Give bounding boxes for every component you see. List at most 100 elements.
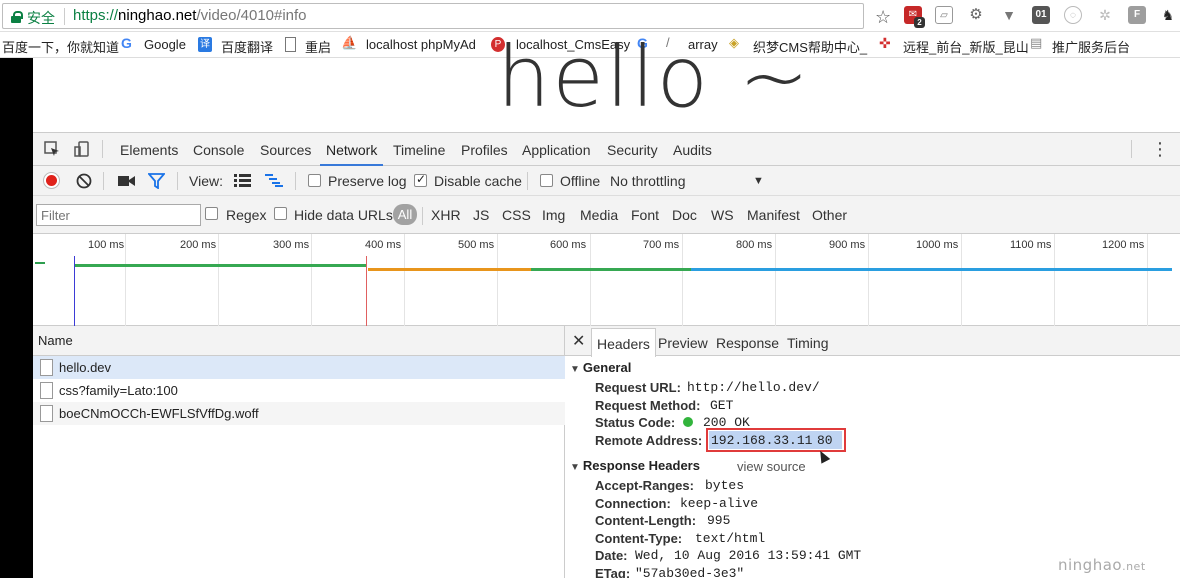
url-path: /video/4010#info — [196, 7, 307, 24]
extension-gear-icon[interactable]: ⚙ — [967, 6, 985, 24]
bookmark-phpmyadmin[interactable]: localhost phpMyAd — [366, 37, 476, 52]
view-label: View: — [189, 173, 223, 189]
tab-application[interactable]: Application — [522, 142, 591, 158]
google-icon: G — [121, 35, 132, 51]
tab-timeline[interactable]: Timeline — [393, 142, 445, 158]
response-headers-section-header[interactable]: ▼ Response Headers — [570, 458, 700, 473]
tabbar-separator-right — [1131, 140, 1132, 158]
large-rows-icon[interactable] — [234, 174, 251, 187]
filter-type-css[interactable]: CSS — [502, 207, 531, 223]
name-column-header[interactable]: Name — [38, 333, 73, 348]
extension-image-icon[interactable]: ▱ — [935, 6, 953, 24]
disable-cache-checkbox[interactable] — [414, 172, 427, 187]
throttling-dropdown-icon[interactable]: ▼ — [753, 175, 764, 187]
hide-data-urls-checkbox[interactable] — [274, 207, 287, 220]
request-row[interactable]: boeCNmOCCh-EWFLSfVffDg.woff — [33, 402, 565, 425]
bookmark-promotion[interactable]: 推广服务后台 — [1052, 37, 1130, 56]
tab-sources[interactable]: Sources — [260, 142, 311, 158]
filter-type-other[interactable]: Other — [812, 207, 847, 223]
bookmark-baidu-translate[interactable]: 百度翻译 — [221, 37, 273, 56]
toolbar-separator-2 — [177, 172, 178, 190]
filter-type-ws[interactable]: WS — [711, 207, 734, 223]
filter-funnel-icon[interactable] — [148, 173, 165, 189]
extension-v-icon[interactable]: ▼ — [1000, 6, 1018, 24]
filter-type-doc[interactable]: Doc — [672, 207, 697, 223]
view-source-link[interactable]: view source — [737, 459, 806, 474]
detail-tab-response[interactable]: Response — [716, 335, 779, 351]
request-row[interactable]: hello.dev — [33, 356, 565, 379]
header-value: 995 — [707, 513, 731, 528]
offline-checkbox[interactable] — [540, 174, 553, 187]
watermark-logo: ninghao.net — [1058, 556, 1146, 574]
record-icon[interactable] — [43, 172, 60, 189]
overview-gridline — [125, 234, 126, 326]
header-key: Accept-Ranges: — [595, 478, 694, 493]
bookmark-remote[interactable]: 远程_前台_新版_昆山 — [903, 37, 1029, 56]
preserve-log-checkbox[interactable] — [308, 174, 321, 187]
filter-type-all[interactable]: All — [393, 204, 417, 225]
header-key: Connection: — [595, 496, 671, 511]
document-icon — [40, 359, 53, 376]
extension-01-icon[interactable]: 01 — [1032, 6, 1050, 24]
translate-icon: 译 — [198, 37, 212, 52]
filter-type-font[interactable]: Font — [631, 207, 659, 223]
remote-icon: ✜ — [879, 35, 891, 51]
tab-audits[interactable]: Audits — [673, 142, 712, 158]
url-text[interactable]: https://ninghao.net/video/4010#info — [73, 7, 307, 24]
filter-type-xhr[interactable]: XHR — [431, 207, 461, 223]
overview-tick-label: 1100 ms — [1010, 239, 1052, 251]
tab-profiles[interactable]: Profiles — [461, 142, 508, 158]
overview-tick-label: 1000 ms — [916, 239, 959, 251]
extension-agent-icon[interactable]: ♞ — [1159, 6, 1177, 24]
bookmark-star-icon[interactable]: ☆ — [875, 7, 891, 28]
requests-header[interactable]: Name — [33, 326, 565, 356]
close-detail-icon[interactable]: ✕ — [572, 331, 585, 351]
throttling-select[interactable]: No throttling — [610, 173, 685, 189]
detail-tab-timing[interactable]: Timing — [787, 335, 829, 351]
tab-elements[interactable]: Elements — [120, 142, 178, 158]
filter-input[interactable] — [36, 204, 201, 226]
extension-cog-icon[interactable]: ✲ — [1096, 6, 1114, 24]
bookmark-baidu[interactable]: 百度一下，你就知道 — [2, 37, 119, 56]
inspect-element-icon[interactable] — [44, 141, 60, 157]
device-toolbar-icon[interactable] — [74, 141, 90, 157]
detail-tab-preview[interactable]: Preview — [658, 335, 708, 351]
overview-tick-label: 500 ms — [458, 239, 495, 251]
request-row[interactable]: css?family=Lato:100 — [33, 379, 565, 402]
tab-console[interactable]: Console — [193, 142, 244, 158]
header-key: Date: — [595, 548, 628, 563]
timeline-overview[interactable]: 100 ms 200 ms 300 ms 400 ms 500 ms 600 m… — [33, 234, 1180, 326]
hide-data-urls-label: Hide data URLs — [294, 207, 393, 223]
bookmark-restart[interactable]: 重启 — [305, 37, 331, 56]
tab-security[interactable]: Security — [607, 142, 658, 158]
clear-icon[interactable] — [76, 173, 92, 189]
offline-label: Offline — [560, 173, 601, 189]
filter-type-img[interactable]: Img — [542, 207, 565, 223]
more-options-icon[interactable]: ⋮ — [1151, 139, 1169, 160]
toolbar-separator-3 — [295, 172, 296, 190]
overview-tick-label: 600 ms — [550, 239, 587, 251]
url-host: ninghao.net — [118, 7, 197, 24]
filter-type-manifest[interactable]: Manifest — [747, 207, 800, 223]
extension-circle-icon[interactable]: ◌ — [1064, 6, 1082, 24]
bookmark-google[interactable]: Google — [144, 37, 186, 52]
filter-type-media[interactable]: Media — [580, 207, 618, 223]
url-scheme: https:// — [73, 7, 119, 24]
detail-tab-headers[interactable]: Headers — [591, 328, 656, 357]
regex-label: Regex — [226, 207, 267, 223]
screenshot-camera-icon[interactable] — [118, 174, 135, 187]
general-section-header[interactable]: ▼ General — [570, 360, 631, 375]
overview-gridline — [590, 234, 591, 326]
omnibox-divider — [64, 8, 65, 25]
document-icon — [40, 382, 53, 399]
extension-f-icon[interactable]: F — [1128, 6, 1146, 24]
tab-network[interactable]: Network — [326, 142, 377, 158]
remote-address-key: Remote Address: — [595, 433, 703, 448]
request-url-value: http://hello.dev/ — [687, 380, 820, 395]
overview-gridline — [218, 234, 219, 326]
requests-list: hello.dev css?family=Lato:100 boeCNmOCCh… — [33, 356, 565, 578]
regex-checkbox[interactable] — [205, 207, 218, 220]
waterfall-overview-icon[interactable] — [265, 174, 283, 187]
filter-type-js[interactable]: JS — [473, 207, 489, 223]
request-detail-pane: ✕ Headers Preview Response Timing ▼ Gener… — [565, 326, 1180, 578]
